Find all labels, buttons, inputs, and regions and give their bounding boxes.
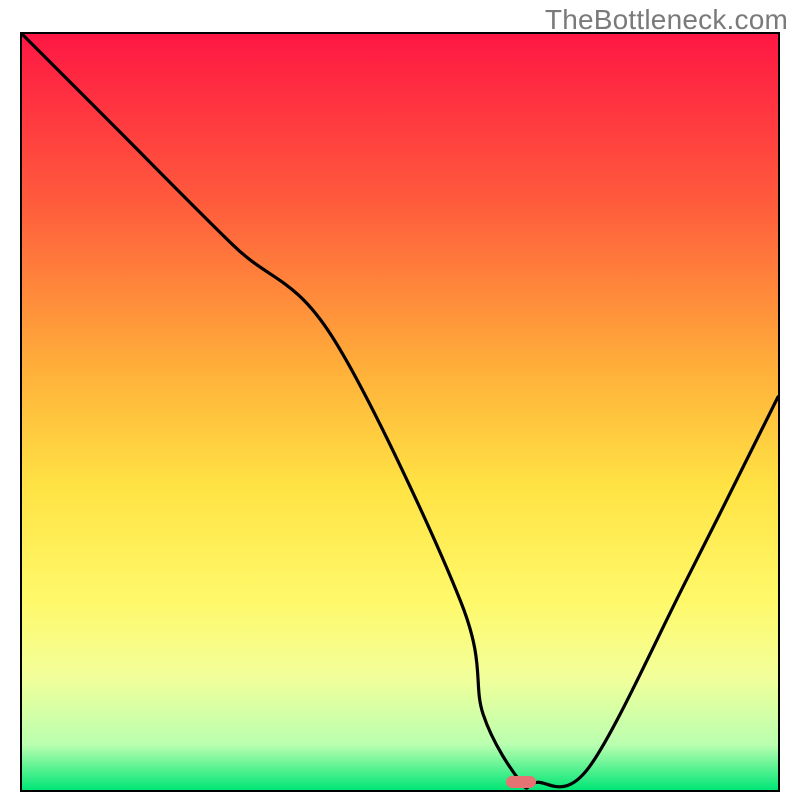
optimal-point-marker [506, 776, 536, 788]
curve-layer [22, 34, 778, 790]
chart-frame: TheBottleneck.com [0, 0, 800, 800]
bottleneck-curve-path [22, 34, 778, 788]
plot-area [20, 32, 780, 792]
